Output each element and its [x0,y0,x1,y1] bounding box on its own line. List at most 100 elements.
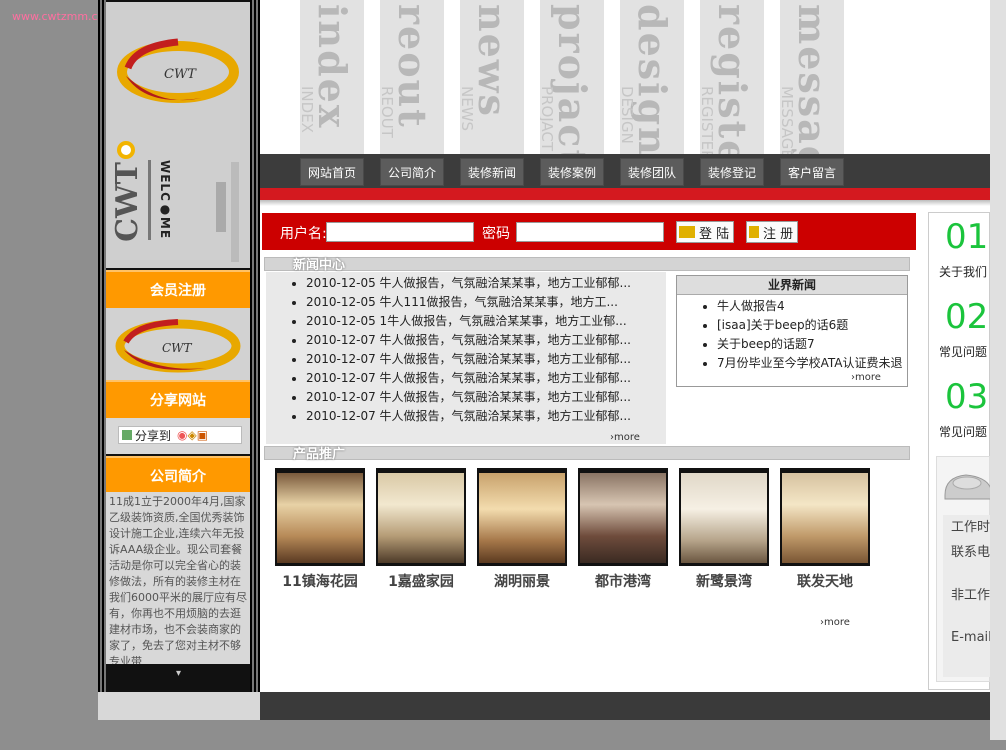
about-us-link[interactable]: 关于我们 [939,263,987,280]
nav-image-projact-small: PROJACT [540,86,556,152]
faq-link[interactable]: 常见问题 [939,343,987,360]
right-stripe-decoration [250,0,260,692]
product-photo[interactable] [277,473,363,563]
industry-news-item[interactable]: 牛人做报告4 [717,297,907,316]
weibo-icon: ◉ [177,428,188,442]
main-nav: 网站首页 公司简介 装修新闻 装修案例 装修团队 装修登记 客户留言 [260,154,990,188]
nav-image-design-big: design [630,4,675,154]
product-caption[interactable]: 都市港湾 [578,571,668,591]
industry-more-link[interactable]: ›more [851,372,881,383]
nav-image-projact[interactable]: projact PROJACT [540,0,604,154]
register-button[interactable]: 注 册 [746,221,799,243]
news-item[interactable]: 2010-12-07 牛人做报告，气氛融洽某某事，地方工业郁郁... [306,350,631,369]
nav-image-design[interactable]: design DESIGN [620,0,684,154]
left-stripe-decoration [98,0,106,692]
nav-image-register[interactable]: register REGISTER [700,0,764,154]
red-divider [260,188,990,200]
nav-news[interactable]: 装修新闻 [460,158,524,186]
products-more-link[interactable]: ›more [820,617,850,628]
password-input[interactable] [516,222,664,242]
nav-company[interactable]: 公司简介 [380,158,444,186]
product-caption[interactable]: 11镇海花园 [275,571,365,591]
news-item[interactable]: 2010-12-05 牛人做报告，气氛融洽某某事，地方工业郁郁... [306,274,631,293]
news-more-link[interactable]: ›more [610,432,640,443]
product-caption[interactable]: 湖明丽景 [477,571,567,591]
product-card[interactable]: 11镇海花园 [275,468,365,591]
news-header: 新闻中心 [264,257,910,273]
product-photo[interactable] [479,473,565,563]
renren-icon: ▣ [196,428,209,442]
product-card[interactable]: 都市港湾 [578,468,668,591]
share-panel: CWT [106,308,250,380]
industry-news-item[interactable]: 关于beep的话题7 [717,335,907,354]
member-register-button[interactable]: 会员注册 [106,270,250,308]
industry-news-item[interactable]: [isaa]关于beep的话6题 [717,316,907,335]
phone-icon [944,474,991,500]
nav-image-message[interactable]: message MESSAGE [780,0,844,154]
product-caption[interactable]: 联发天地 [780,571,870,591]
faq-link-2[interactable]: 常见问题 [939,423,987,440]
product-card[interactable]: 1嘉盛家园 [376,468,466,591]
key-icon [679,226,695,238]
news-list: 2010-12-05 牛人做报告，气氛融洽某某事，地方工业郁郁... 2010-… [266,274,631,426]
news-title: 新闻中心 [293,258,346,273]
login-button[interactable]: 登 陆 [676,221,735,243]
product-photo[interactable] [782,473,868,563]
nav-image-index[interactable]: index INDEX [300,0,364,154]
share-to-button[interactable]: 分享到 ◉ ◈ ▣ [118,426,242,444]
news-item[interactable]: 2010-12-05 牛人111做报告，气氛融洽某某事，地方工... [306,293,631,312]
news-item[interactable]: 2010-12-07 牛人做报告，气氛融洽某某事，地方工业郁郁... [306,369,631,388]
product-card[interactable]: 湖明丽景 [477,468,567,591]
product-photo[interactable] [681,473,767,563]
nav-image-projact-big: projact [550,4,595,154]
off-hours-label: 非工作 [951,588,991,603]
product-caption[interactable]: 新鹭景湾 [679,571,769,591]
industry-news-item[interactable]: 7月份毕业至今学校ATA认证费未退 [717,354,907,373]
password-label: 密码 [482,226,510,242]
left-footer [98,692,260,720]
products-header: 产品推广 [264,446,910,462]
footer-bar [260,692,990,720]
qzone-icon: ◈ [187,428,197,442]
vertical-scrollbar[interactable] [990,0,1006,740]
nav-image-news-small: NEWS [460,86,476,132]
product-card[interactable]: 联发天地 [780,468,870,591]
username-input[interactable] [326,222,474,242]
user-icon [749,226,759,238]
nav-image-reout[interactable]: reout REOUT [380,0,444,154]
nav-image-message-big: message [790,4,835,154]
login-bar: 用户名: 密码 登 陆 注 册 [262,213,916,250]
nav-home[interactable]: 网站首页 [300,158,364,186]
nav-cases[interactable]: 装修案例 [540,158,604,186]
industry-news-title: 业界新闻 [677,276,907,295]
news-item[interactable]: 2010-12-05 1牛人做报告，气氛融洽某某事，地方工业郁... [306,312,631,331]
svg-text:CWT: CWT [162,341,193,355]
product-photo[interactable] [378,473,464,563]
nav-image-news[interactable]: news NEWS [460,0,524,154]
email-label: E-mail [951,630,992,645]
nav-image-news-big: news [470,4,515,118]
share-site-button[interactable]: 分享网站 [106,380,250,418]
product-card[interactable]: 新鹭景湾 [679,468,769,591]
phone-label: 联系电 [951,545,991,560]
nav-image-message-small: MESSAGE [780,86,796,154]
nav-register[interactable]: 装修登记 [700,158,764,186]
nav-image-design-small: DESIGN [620,86,636,144]
news-item[interactable]: 2010-12-07 牛人做报告，气氛融洽某某事，地方工业郁郁... [306,407,631,426]
product-caption[interactable]: 1嘉盛家园 [376,571,466,591]
block-number: 02 [945,297,989,337]
news-box: 2010-12-05 牛人做报告，气氛融洽某某事，地方工业郁郁... 2010-… [266,272,666,444]
nav-message[interactable]: 客户留言 [780,158,844,186]
company-intro-button[interactable]: 公司简介 [106,456,250,494]
nav-image-register-small: REGISTER [700,86,716,154]
logo-panel: CWT CWT WELC●ME [106,2,250,268]
news-item[interactable]: 2010-12-07 牛人做报告，气氛融洽某某事，地方工业郁郁... [306,388,631,407]
news-item[interactable]: 2010-12-07 牛人做报告，气氛融洽某某事，地方工业郁郁... [306,331,631,350]
nav-image-index-small: INDEX [300,86,316,133]
company-intro-text: 11成1立于2000年4月,国家乙级装饰资质,全国优秀装饰设计施工企业,连续六年… [106,492,250,664]
svg-text:CWT: CWT [164,67,197,82]
nav-team[interactable]: 装修团队 [620,158,684,186]
product-photo[interactable] [580,473,666,563]
plus-icon [122,430,132,440]
scroll-arrow-icon[interactable]: ▾ [176,668,181,679]
